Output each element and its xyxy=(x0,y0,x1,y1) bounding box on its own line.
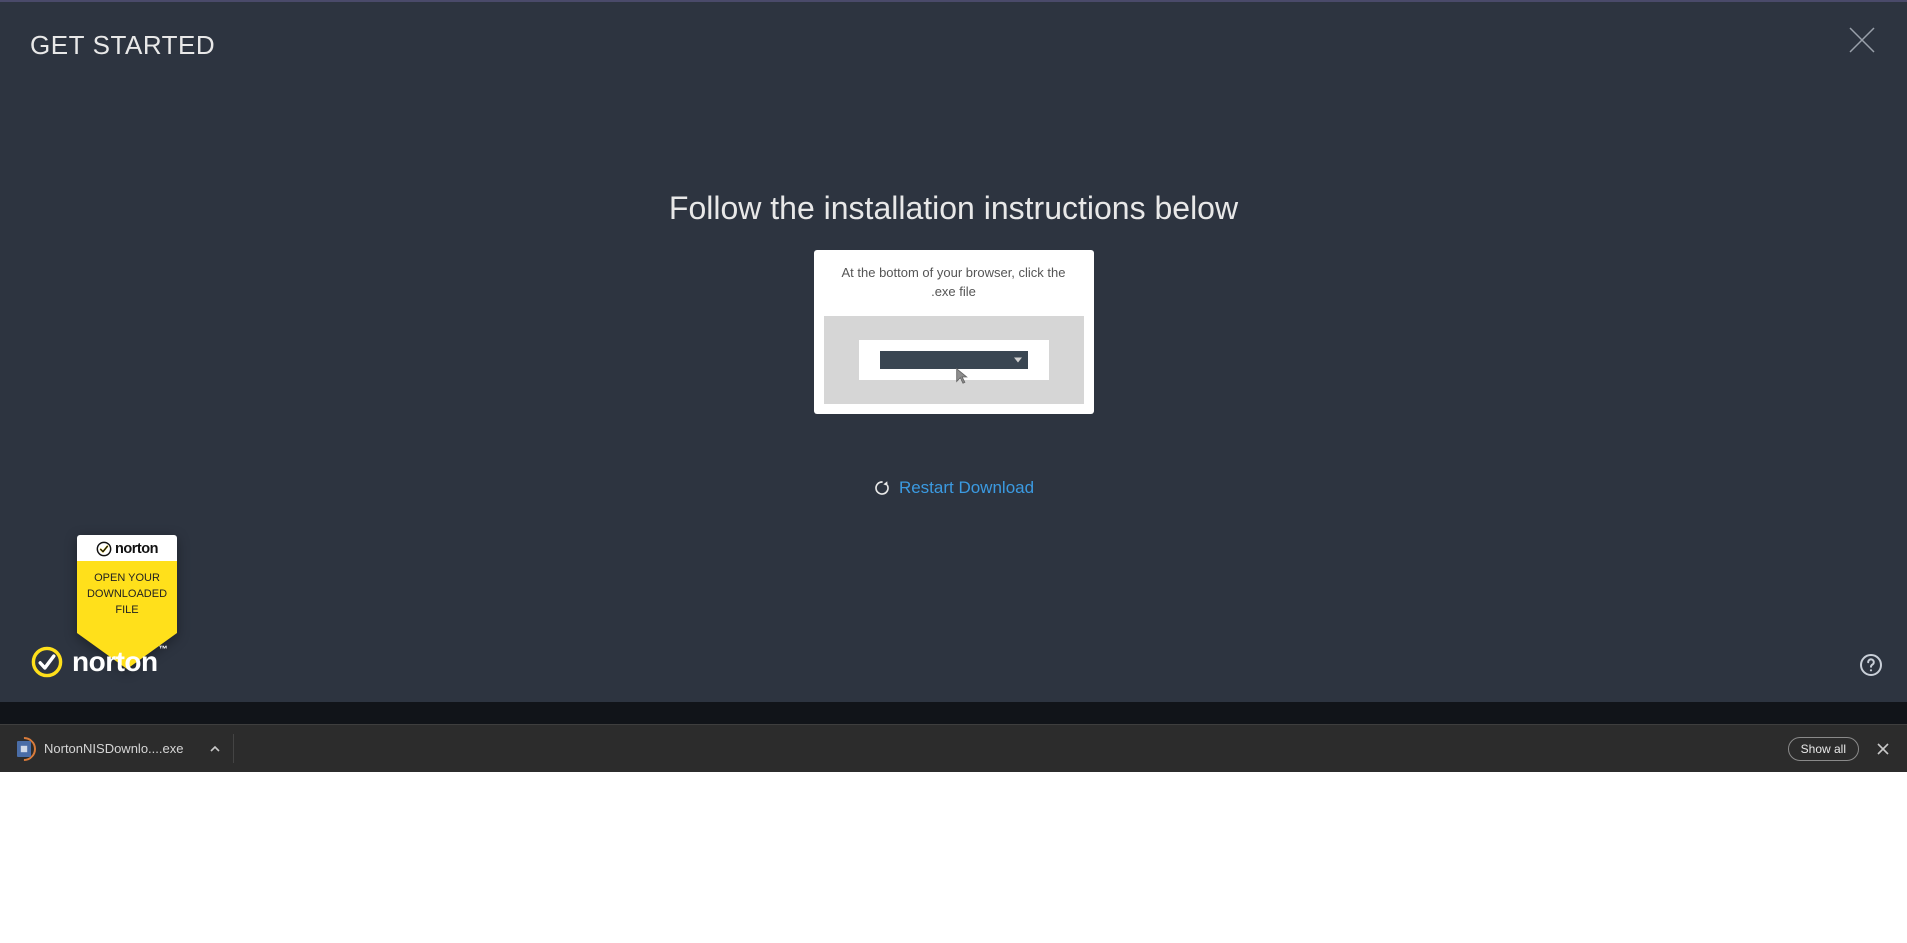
norton-check-icon xyxy=(96,541,112,557)
card-illustration xyxy=(824,316,1084,404)
close-icon xyxy=(1877,743,1889,755)
cursor-icon xyxy=(954,367,972,385)
file-icon xyxy=(17,741,31,757)
show-all-button[interactable]: Show all xyxy=(1788,737,1859,761)
page-title: GET STARTED xyxy=(30,30,215,61)
tooltip-line-1: OPEN YOUR xyxy=(81,571,173,587)
refresh-icon xyxy=(873,479,891,497)
tooltip-header: norton xyxy=(77,535,177,561)
norton-logo: norton™ xyxy=(30,645,166,679)
download-progress-icon xyxy=(14,739,34,759)
browser-download-bar: NortonNISDownlo....exe Show all xyxy=(0,724,1907,772)
tooltip-body: OPEN YOUR DOWNLOADED FILE xyxy=(77,561,177,633)
title-rest: STARTED xyxy=(85,30,215,60)
instruction-card: At the bottom of your browser, click the… xyxy=(814,250,1094,414)
restart-download-label: Restart Download xyxy=(899,478,1034,498)
download-item[interactable]: NortonNISDownlo....exe xyxy=(0,725,197,772)
tooltip-line-2: DOWNLOADED xyxy=(81,587,173,603)
divider xyxy=(233,734,234,762)
chevron-down-icon xyxy=(1014,357,1022,362)
tooltip-line-3: FILE xyxy=(81,603,173,619)
download-filename: NortonNISDownlo....exe xyxy=(44,741,183,756)
download-options-button[interactable] xyxy=(197,725,233,772)
card-text: At the bottom of your browser, click the… xyxy=(824,264,1084,316)
restart-download-link[interactable]: Restart Download xyxy=(0,478,1907,498)
help-icon xyxy=(1859,653,1883,677)
page-bottom-whitespace xyxy=(0,772,1907,943)
norton-logo-text: norton™ xyxy=(72,646,166,678)
help-button[interactable] xyxy=(1859,653,1883,677)
trademark-icon: ™ xyxy=(159,644,168,654)
separator-row xyxy=(0,702,1907,724)
download-bar-close-button[interactable] xyxy=(1869,735,1897,763)
top-border xyxy=(0,0,1907,2)
close-button[interactable] xyxy=(1847,25,1877,55)
page-root: GET STARTED Follow the installation inst… xyxy=(0,0,1907,943)
tooltip-brand: norton xyxy=(115,541,158,557)
chevron-up-icon xyxy=(209,743,221,755)
norton-ring-icon xyxy=(30,645,64,679)
main-heading: Follow the installation instructions bel… xyxy=(0,190,1907,227)
title-bold: GET xyxy=(30,30,85,60)
close-icon xyxy=(1847,25,1877,55)
